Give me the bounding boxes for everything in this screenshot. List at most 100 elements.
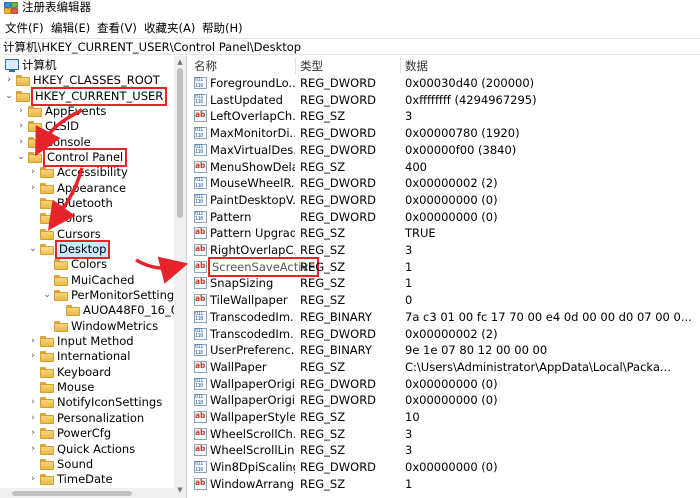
chevron-down-icon[interactable]: ⌄ [28, 243, 38, 255]
tree-item[interactable]: › International [0, 349, 174, 364]
tree-item[interactable]: Colors [0, 211, 174, 226]
value-row[interactable]: 011 110 MaxMonitorDi... REG_DWORD 0x00000780… [190, 125, 700, 142]
tree-item[interactable]: › CLSID [0, 119, 174, 134]
value-row[interactable]: ab SnapSizing REG_SZ 1 [190, 275, 700, 292]
value-row[interactable]: ab TileWallpaper REG_SZ 0 [190, 292, 700, 309]
tree-item[interactable]: › TimeDate [0, 472, 174, 487]
menu-file[interactable]: 文件(F) [4, 19, 45, 37]
chevron-right-icon[interactable]: › [28, 396, 38, 408]
value-row[interactable]: abWindowArrang... REG_SZ 1 [190, 476, 700, 493]
registry-tree[interactable]: ⌄计算机›HKEY_CLASSES_ROOT ⌄ HKEY_CURRENT_USER… [0, 56, 187, 498]
tree-item[interactable]: Sound [0, 457, 174, 472]
tree-item[interactable]: WindowMetrics [0, 319, 174, 334]
tree-horizontal-scrollbar[interactable] [0, 488, 174, 498]
tree-item[interactable]: › Appearance [0, 181, 174, 196]
value-row[interactable]: 011 110 Win8DpiScaling REG_DWORD 0x00000000 … [190, 459, 700, 476]
tree-item[interactable]: Cursors [0, 227, 174, 242]
chevron-right-icon[interactable]: › [28, 412, 38, 424]
chevron-right-icon[interactable]: › [28, 350, 38, 362]
chevron-down-icon[interactable]: ⌄ [4, 90, 14, 102]
chevron-right-icon[interactable]: › [28, 473, 38, 485]
value-row[interactable]: 011 110 MaxVirtualDes... REG_DWORD 0x00000f0… [190, 142, 700, 159]
value-row[interactable]: 011 110 UserPreferenc... REG_BINARY 9e 1e 07… [190, 342, 700, 359]
tree-item-label: AppEvents [45, 104, 107, 119]
chevron-right-icon[interactable]: › [28, 182, 38, 194]
menu-favorites[interactable]: 收藏夹(A) [143, 19, 196, 37]
value-name: WallpaperStyle [210, 410, 295, 424]
tree-item[interactable]: › AppEvents [0, 104, 174, 119]
tree-item[interactable]: Mouse [0, 380, 174, 395]
value-row[interactable]: 011 110 ForegroundLo... REG_DWORD 0x00030d40… [190, 75, 700, 92]
value-row[interactable]: 011 110 LastUpdated REG_DWORD 0xffffffff (42… [190, 92, 700, 109]
chevron-right-icon[interactable]: › [4, 74, 14, 86]
value-type: REG_SZ [300, 443, 346, 458]
value-row[interactable]: 011110WallpaperOrigi... REG_DWORD 0x000000… [190, 392, 700, 409]
chevron-down-icon[interactable]: ⌄ [42, 289, 52, 301]
column-separator[interactable] [400, 58, 401, 74]
values-list[interactable]: 名称 类型 数据 011 110 ForegroundLo... REG_DWORD 0… [190, 56, 700, 498]
column-header-data[interactable]: 数据 [405, 58, 428, 74]
tree-item[interactable]: › NotifyIconSettings [0, 395, 174, 410]
chevron-right-icon[interactable]: › [28, 166, 38, 178]
address-path[interactable]: 计算机\HKEY_CURRENT_USER\Control Panel\Desk… [3, 40, 301, 54]
tree-item[interactable]: › Input Method [0, 334, 174, 349]
value-row[interactable]: 011 110 MouseWheelR... REG_DWORD 0x00000002 … [190, 175, 700, 192]
tree-item[interactable]: › Console [0, 135, 174, 150]
tree-item[interactable]: AUOA48F0_16_07 [0, 303, 185, 318]
tree-item[interactable]: ⌄计算机 [0, 58, 174, 73]
tree-item[interactable]: ⌄ HKEY_CURRENT_USER [0, 86, 174, 106]
value-row[interactable]: 011 110 TranscodedIm... REG_BINARY 7a c3 01 … [190, 309, 700, 326]
menu-view[interactable]: 查看(V) [96, 19, 138, 37]
tree-item[interactable]: Keyboard [0, 365, 174, 380]
address-bar[interactable]: 计算机\HKEY_CURRENT_USER\Control Panel\Desk… [0, 38, 700, 55]
tree-item[interactable]: Bluetooth [0, 196, 174, 211]
tree-item[interactable]: Colors [0, 257, 174, 272]
value-row[interactable]: ab WallPaper REG_SZ C:\Users\Administrator\… [190, 359, 700, 376]
value-row[interactable]: abMenuShowDelay REG_SZ 400 [190, 159, 700, 176]
chevron-right-icon[interactable]: › [16, 136, 26, 148]
menu-edit[interactable]: 编辑(E) [50, 19, 91, 37]
value-row[interactable]: 011 110 PaintDesktopV... REG_DWORD 0x0000000… [190, 192, 700, 209]
tree-item-label: HKEY_CURRENT_USER [30, 86, 168, 106]
value-type: REG_SZ [300, 243, 346, 257]
value-row[interactable]: ab Pattern Upgrade REG_SZ TRUE [190, 225, 700, 242]
tree-item[interactable]: ⌄ Control Panel [0, 148, 174, 168]
chevron-down-icon[interactable]: ⌄ [16, 151, 26, 163]
column-separator[interactable] [295, 58, 296, 74]
value-row[interactable]: ab ScreenSaveActive REG_SZ 1 [190, 256, 700, 278]
value-row[interactable]: 011 110 TranscodedIm... REG_DWORD 0x00000002… [190, 326, 700, 343]
menu-help[interactable]: 帮助(H) [201, 19, 244, 37]
tree-item[interactable]: › HKEY_CLASSES_ROOT [0, 73, 174, 88]
chevron-right-icon[interactable]: › [28, 427, 38, 439]
value-row[interactable]: abRightOverlapC... REG_SZ 3 [190, 242, 700, 259]
tree-item[interactable]: MuiCached [0, 273, 174, 288]
value-name: WheelScrollCh... [210, 426, 295, 441]
tree-item[interactable]: › Quick Actions [0, 442, 174, 457]
column-header-type[interactable]: 类型 [300, 58, 323, 74]
tree-item[interactable]: › Personalization [0, 411, 174, 426]
value-row[interactable]: abWheelScrollLin... REG_SZ 3 [190, 442, 700, 459]
tree-item[interactable]: ⌄ Desktop [0, 240, 174, 260]
column-header-name[interactable]: 名称 [194, 58, 217, 74]
value-row[interactable]: 011 110 Pattern REG_DWORD 0x00000000 (0) [190, 209, 700, 226]
tree-hscroll-thumb[interactable] [12, 491, 132, 496]
tree-vertical-scrollbar[interactable]: ▲ ▼ [174, 56, 186, 498]
value-row[interactable]: 011110WallpaperOrigi... REG_DWORD 0x000000… [190, 376, 700, 393]
string-value-icon: ab [194, 260, 207, 273]
value-row[interactable]: ab WheelScrollCh... REG_SZ 3 [190, 426, 700, 443]
tree-item[interactable]: ⌄ PerMonitorSettings [0, 288, 180, 303]
value-row[interactable]: ab WallpaperStyle REG_SZ 10 [190, 409, 700, 426]
chevron-right-icon[interactable]: › [16, 105, 26, 117]
tree-scroll-thumb[interactable] [177, 68, 183, 218]
scroll-down-icon[interactable]: ▼ [176, 486, 184, 494]
value-row[interactable]: ab LeftOverlapCh... REG_SZ 3 [190, 108, 700, 125]
value-data: 0x00000000 (0) [405, 393, 498, 408]
scroll-up-icon[interactable]: ▲ [176, 58, 184, 66]
chevron-right-icon[interactable]: › [28, 335, 38, 347]
value-name: MaxVirtualDes... [210, 142, 295, 157]
chevron-right-icon[interactable]: › [28, 443, 38, 455]
value-name: TileWallpaper [210, 293, 288, 308]
tree-item[interactable]: › Accessibility [0, 165, 174, 180]
chevron-right-icon[interactable]: › [16, 120, 26, 132]
tree-item[interactable]: › PowerCfg [0, 426, 174, 441]
